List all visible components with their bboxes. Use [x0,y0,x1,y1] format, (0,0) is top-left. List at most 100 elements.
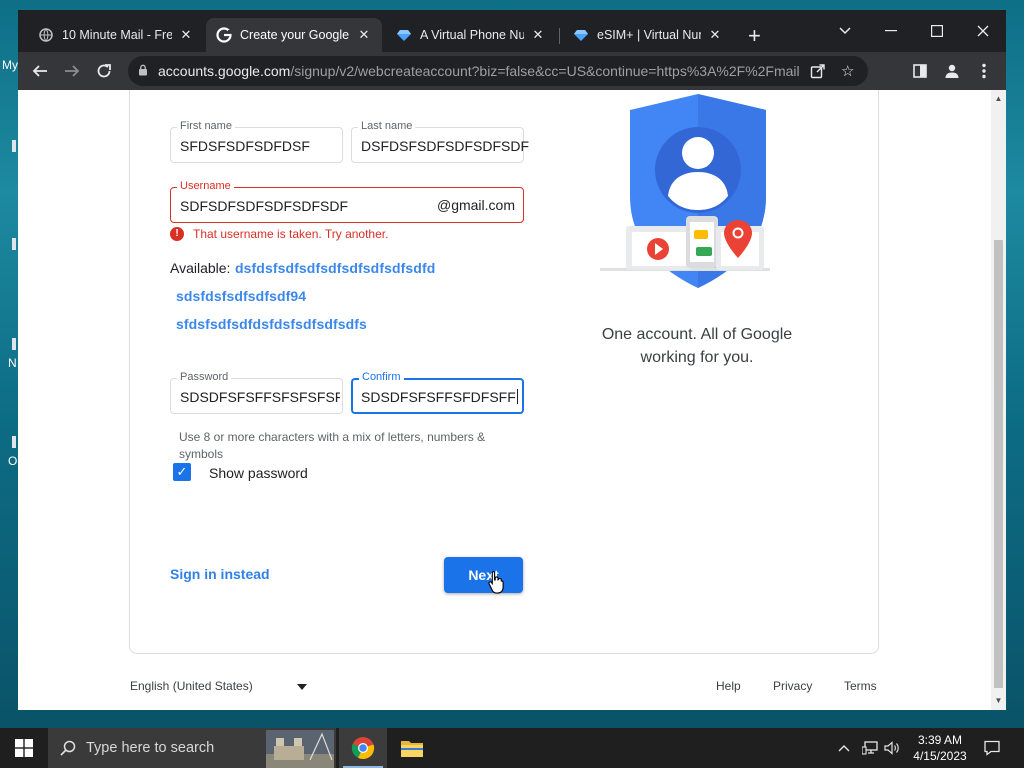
desktop-icon[interactable] [12,238,16,250]
desktop-icon[interactable] [12,338,16,350]
address-bar[interactable]: accounts.google.com /signup/v2/webcreate… [128,56,868,86]
first-name-label: First name [177,120,235,132]
scroll-thumb[interactable] [994,240,1003,688]
maximize-button[interactable] [914,16,960,46]
close-tab-icon[interactable]: ✕ [530,27,546,43]
tab-title: A Virtual Phone Num [420,28,524,42]
bookmark-star-icon[interactable]: ☆ [841,56,854,86]
search-highlight-landmark-icon[interactable] [266,730,334,768]
scroll-up-arrow-icon[interactable]: ▲ [994,94,1003,104]
close-tab-icon[interactable]: ✕ [178,27,194,43]
url-path: /signup/v2/webcreateaccount?biz=false&cc… [290,63,801,79]
tab-search-chevron-icon[interactable] [822,16,868,46]
confirm-value: SDSDFSFSFFSFDFSFF [361,389,518,405]
username-label: Username [177,180,234,192]
volume-icon[interactable] [884,728,900,768]
username-error: ! That username is taken. Try another. [170,227,388,241]
page-viewport: First name SFDSFSDFSDFDSF Last name DSFD… [18,90,991,710]
chrome-icon [351,737,375,760]
gmail-suffix: @gmail.com [436,197,515,213]
side-panel-icon[interactable] [908,59,932,83]
network-icon[interactable] [862,728,878,768]
password-hint: Use 8 or more characters with a mix of l… [179,430,486,461]
new-tab-button[interactable]: + [748,25,761,47]
close-tab-icon[interactable]: ✕ [356,27,372,43]
desktop-icon[interactable] [12,140,16,152]
google-account-illustration [600,94,770,288]
close-window-button[interactable] [960,16,1006,46]
password-label: Password [177,371,232,383]
first-name-value: SFDSFSDFSDFDSF [180,138,310,154]
password-value: SDSDFSFSFFSFSFSFSFF [180,389,340,405]
username-suggestion[interactable]: sdsfdsfsdfsdfsdf94 [176,288,306,304]
error-message: That username is taken. Try another. [193,227,389,241]
username-value: SDFSDFSDFSDFSDFSDF [180,198,348,214]
privacy-link[interactable]: Privacy [773,679,812,693]
tray-chevron-up-icon[interactable] [838,728,850,768]
scroll-down-arrow-icon[interactable]: ▼ [994,696,1003,706]
close-tab-icon[interactable]: ✕ [707,27,723,43]
taskbar-clock[interactable]: 3:39 AM 4/15/2023 [904,732,976,764]
taskbar-search-box[interactable]: Type here to search [48,728,336,768]
help-link[interactable]: Help [716,679,741,693]
clock-time: 3:39 AM [917,733,963,747]
clock-date: 4/15/2023 [913,749,967,763]
folder-icon [401,741,423,757]
username-field[interactable]: Username SDFSDFSDFSDFSDFSDF @gmail.com [170,180,524,223]
windows-taskbar: Type here to search 3:39 AM 4/15/2023 [0,728,1024,768]
notification-center-icon[interactable] [984,728,1000,768]
tagline: One account. All of Google working for y… [601,326,793,366]
tab-create-google-account[interactable]: Create your Google A ✕ [206,18,382,52]
kebab-menu-icon[interactable] [972,59,996,83]
first-name-field[interactable]: First name SFDSFSDFSDFDSF [170,120,343,163]
confirm-password-field[interactable]: Confirm SDSDFSFSFFSFDFSFF [351,371,524,414]
last-name-value: DSFDSFSDFSDFSDFSDF [361,138,529,154]
dropdown-arrow-icon [296,679,307,693]
url-host: accounts.google.com [158,63,291,79]
error-icon: ! [170,227,184,241]
terms-link[interactable]: Terms [844,679,877,693]
google-icon [216,27,232,43]
minimize-button[interactable] [868,16,914,46]
back-button[interactable] [28,59,52,83]
diamond-icon [573,27,589,43]
start-button[interactable] [0,728,48,768]
profile-avatar-icon[interactable] [940,59,964,83]
browser-toolbar: accounts.google.com /signup/v2/webcreate… [18,52,1006,90]
globe-icon [38,27,54,43]
text-caret [516,389,518,404]
show-password-checkbox[interactable]: ✓ [173,463,191,481]
password-field[interactable]: Password SDSDFSFSFFSFSFSFSFF [170,371,343,414]
language-selector[interactable]: English (United States) [130,679,307,693]
tab-separator [559,28,560,44]
search-placeholder: Type here to search [86,740,215,756]
username-suggestion[interactable]: sfdsfsdfsdfdsfdsfsdfsdfsdfs [176,316,367,332]
vertical-scrollbar[interactable]: ▲ ▼ [991,90,1006,710]
show-password-label[interactable]: Show password [209,465,308,481]
file-explorer-taskbar-button[interactable] [388,728,436,768]
available-label: Available: [170,260,231,276]
username-suggestion[interactable]: dsfdsfsdfsdfsdfsdfsdfsdfsdfd [235,260,435,276]
desktop-icon[interactable] [12,436,16,448]
next-button[interactable]: Next [444,557,523,593]
tab-title: Create your Google A [240,28,350,42]
share-icon[interactable] [810,56,826,86]
language-label: English (United States) [130,679,253,693]
tab-title: 10 Minute Mail - Free [62,28,172,42]
browser-window: 10 Minute Mail - Free ✕ Create your Goog… [18,10,1006,710]
confirm-label: Confirm [359,371,404,383]
tab-strip: 10 Minute Mail - Free ✕ Create your Goog… [18,10,1006,52]
sign-in-instead-link[interactable]: Sign in instead [170,566,270,582]
tab-title: eSIM+ | Virtual Numb [597,28,701,42]
windows-logo-icon [15,739,33,757]
tab-10-minute-mail[interactable]: 10 Minute Mail - Free ✕ [28,18,204,52]
search-icon [60,740,76,756]
forward-button[interactable] [60,59,84,83]
last-name-field[interactable]: Last name DSFDSFSDFSDFSDFSDF [351,120,529,163]
tab-virtual-phone-number[interactable]: A Virtual Phone Num ✕ [386,18,556,52]
tab-esim-virtual-number[interactable]: eSIM+ | Virtual Numb ✕ [563,18,733,52]
reload-button[interactable] [92,59,116,83]
lock-icon[interactable] [138,64,148,79]
chrome-taskbar-button[interactable] [339,728,387,768]
confirm-text: SDSDFSFSFFSFDFSFF [361,389,516,405]
